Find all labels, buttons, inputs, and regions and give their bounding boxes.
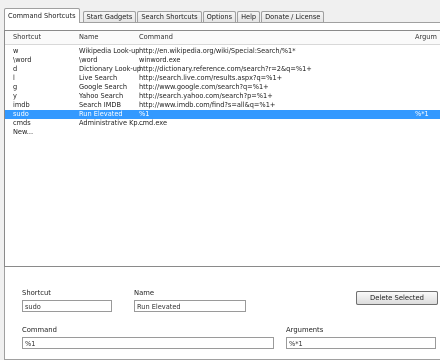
- row-name: Yahoo Search: [79, 92, 124, 100]
- row-command: http://dictionary.reference.com/search?r…: [139, 65, 312, 73]
- list-row[interactable]: \word \word winword.exe: [5, 56, 440, 65]
- command-label: Command: [22, 326, 57, 334]
- row-command: winword.exe: [139, 56, 181, 64]
- row-command: http://search.yahoo.com/search?p=%1+: [139, 92, 273, 100]
- list-row[interactable]: imdb Search IMDB http://www.imdb.com/fin…: [5, 101, 440, 110]
- row-shortcut: New...: [13, 128, 34, 136]
- delete-selected-button[interactable]: Delete Selected: [356, 291, 438, 305]
- row-shortcut: l: [13, 74, 15, 82]
- row-shortcut: w: [13, 47, 19, 55]
- list-row[interactable]: g Google Search http://www.google.com/se…: [5, 83, 440, 92]
- column-header-shortcut[interactable]: Shortcut: [9, 31, 41, 44]
- row-name: \word: [79, 56, 98, 64]
- row-shortcut: cmds: [13, 119, 31, 127]
- shortcut-list[interactable]: Shortcut Name Command Argum w Wikipedia …: [4, 30, 440, 267]
- tab-bar: Command Shortcuts Start Gadgets Search S…: [4, 8, 440, 23]
- row-command: http://www.imdb.com/find?s=all&q=%1+: [139, 101, 276, 109]
- name-label: Name: [134, 289, 155, 297]
- list-row[interactable]: y Yahoo Search http://search.yahoo.com/s…: [5, 92, 440, 101]
- row-command: http://search.live.com/results.aspx?q=%1…: [139, 74, 283, 82]
- tab-command-shortcuts[interactable]: Command Shortcuts: [4, 8, 80, 23]
- list-row[interactable]: w Wikipedia Look-up http://en.wikipedia.…: [5, 47, 440, 56]
- row-name: Dictionary Look-up: [79, 65, 142, 73]
- arguments-field[interactable]: %*1: [286, 337, 436, 349]
- row-arguments: %*1: [415, 110, 429, 118]
- row-name: Wikipedia Look-up: [79, 47, 140, 55]
- row-shortcut: d: [13, 65, 18, 73]
- row-name: Google Search: [79, 83, 128, 91]
- list-row[interactable]: d Dictionary Look-up http://dictionary.r…: [5, 65, 440, 74]
- row-shortcut: \word: [13, 56, 32, 64]
- command-field[interactable]: %1: [22, 337, 274, 349]
- column-header-command[interactable]: Command: [135, 31, 173, 44]
- row-command: http://en.wikipedia.org/wiki/Special:Sea…: [139, 47, 296, 55]
- shortcut-label: Shortcut: [22, 289, 51, 297]
- row-name: Live Search: [79, 74, 118, 82]
- row-name: Administrative Kp...: [79, 119, 144, 127]
- row-shortcut: g: [13, 83, 18, 91]
- list-row[interactable]: cmds Administrative Kp... cmd.exe: [5, 119, 440, 128]
- row-shortcut: y: [13, 92, 17, 100]
- row-command: http://www.google.com/search?q=%1+: [139, 83, 269, 91]
- list-row-selected[interactable]: sudo Run Elevated %1 %*1: [5, 110, 440, 119]
- row-command: cmd.exe: [139, 119, 168, 127]
- row-command: %1: [139, 110, 150, 118]
- row-shortcut: imdb: [13, 101, 30, 109]
- list-row-new[interactable]: New...: [5, 128, 440, 137]
- row-name: Run Elevated: [79, 110, 123, 118]
- list-row[interactable]: l Live Search http://search.live.com/res…: [5, 74, 440, 83]
- name-field[interactable]: Run Elevated: [134, 300, 246, 312]
- arguments-label: Arguments: [286, 326, 324, 334]
- list-header: Shortcut Name Command Argum: [5, 31, 440, 45]
- row-name: Search IMDB: [79, 101, 121, 109]
- row-shortcut: sudo: [13, 110, 29, 118]
- shortcut-field[interactable]: sudo: [22, 300, 112, 312]
- column-header-name[interactable]: Name: [75, 31, 98, 44]
- column-header-arguments[interactable]: Argum: [411, 31, 437, 44]
